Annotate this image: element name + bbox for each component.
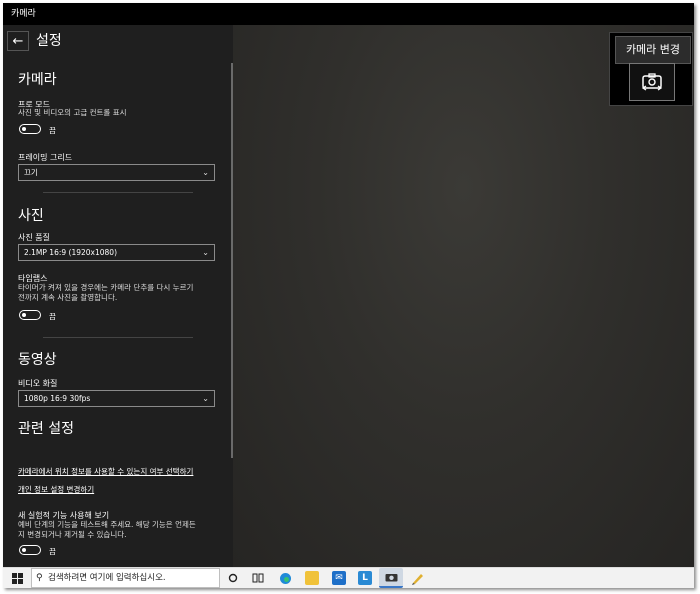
chevron-down-icon: ⌄ xyxy=(202,248,209,257)
video-quality-label: 비디오 화질 xyxy=(18,379,58,388)
switch-camera-button[interactable] xyxy=(629,63,675,101)
toggle-knob xyxy=(22,126,26,131)
timelapse-description-line2: 전까지 계속 사진을 촬영합니다. xyxy=(18,293,118,302)
pro-mode-description: 사진 및 비디오의 고급 컨트롤 표시 xyxy=(18,108,127,117)
settings-panel: ← 설정 카메라 프로 모드 사진 및 비디오의 고급 컨트롤 표시 끔 프레이… xyxy=(3,25,233,567)
framing-grid-value: 끄기 xyxy=(24,168,38,177)
section-heading-related: 관련 설정 xyxy=(18,421,74,437)
experimental-toggle[interactable] xyxy=(19,545,41,555)
camera-viewfinder xyxy=(233,25,694,567)
windows-start-icon[interactable] xyxy=(10,571,24,585)
timelapse-description-line1: 타이머가 켜져 있을 경우에는 카메라 단추를 다시 누르기 xyxy=(18,283,194,292)
privacy-settings-link[interactable]: 개인 정보 설정 변경하기 xyxy=(18,484,94,495)
search-placeholder: 검색하려면 여기에 입력하십시오. xyxy=(48,573,166,583)
mail-icon[interactable]: ✉ xyxy=(332,571,346,585)
section-heading-photo: 사진 xyxy=(18,208,44,224)
settings-scrollbar[interactable] xyxy=(231,63,233,458)
chevron-down-icon: ⌄ xyxy=(202,394,209,403)
back-button[interactable]: ← xyxy=(7,31,29,51)
window-title: 카메라 xyxy=(11,9,36,19)
section-heading-camera: 카메라 xyxy=(18,72,57,88)
arrow-left-icon: ← xyxy=(12,33,24,49)
cortana-icon[interactable] xyxy=(226,571,240,585)
photo-quality-label: 사진 품질 xyxy=(18,233,50,242)
timelapse-state: 끔 xyxy=(49,312,56,321)
window-title-bar: 카메라 xyxy=(3,3,694,25)
photo-quality-value: 2.1MP 16:9 (1920x1080) xyxy=(24,248,117,257)
l-app-icon[interactable]: L xyxy=(358,571,372,585)
section-divider xyxy=(43,337,193,338)
task-view-icon[interactable] xyxy=(251,571,265,585)
experimental-description-line1: 예비 단계의 기능을 테스트해 주세요. 해당 기능은 언제든 xyxy=(18,520,196,529)
video-quality-select[interactable]: 1080p 16:9 30fps ⌄ xyxy=(18,390,215,407)
section-heading-video: 동영상 xyxy=(18,352,57,368)
framing-grid-label: 프레이밍 그리드 xyxy=(18,153,73,162)
search-icon: ⚲ xyxy=(36,573,43,583)
photo-quality-select[interactable]: 2.1MP 16:9 (1920x1080) ⌄ xyxy=(18,244,215,261)
camera-icon[interactable] xyxy=(379,568,403,588)
camera-switch-icon xyxy=(641,73,663,91)
chevron-down-icon: ⌄ xyxy=(202,168,209,177)
camera-app-window: 카메라 ← 설정 카메라 프로 모드 사진 및 비디오의 고급 컨트롤 표시 끔… xyxy=(3,3,694,588)
file-explorer-icon[interactable] xyxy=(305,571,319,585)
paint-icon[interactable] xyxy=(410,571,424,585)
location-settings-link[interactable]: 카메라에서 위치 정보를 사용할 수 있는지 여부 선택하기 xyxy=(18,466,193,477)
pro-mode-toggle[interactable] xyxy=(19,124,41,134)
video-quality-value: 1080p 16:9 30fps xyxy=(24,394,91,403)
edge-icon[interactable] xyxy=(278,571,292,585)
toggle-knob xyxy=(22,312,26,317)
toggle-knob xyxy=(22,547,26,552)
framing-grid-select[interactable]: 끄기 ⌄ xyxy=(18,164,215,181)
timelapse-toggle[interactable] xyxy=(19,310,41,320)
page-title: 설정 xyxy=(36,33,62,49)
switch-camera-tooltip: 카메라 변경 xyxy=(615,36,691,64)
taskbar: ⚲ 검색하려면 여기에 입력하십시오. ✉ L xyxy=(3,567,694,588)
experimental-description-line2: 지 변경되거나 제거될 수 있습니다. xyxy=(18,530,127,539)
experimental-state: 끔 xyxy=(49,547,56,556)
taskbar-search-box[interactable]: ⚲ 검색하려면 여기에 입력하십시오. xyxy=(31,568,220,588)
section-divider xyxy=(43,192,193,193)
pro-mode-state: 끔 xyxy=(49,126,56,135)
